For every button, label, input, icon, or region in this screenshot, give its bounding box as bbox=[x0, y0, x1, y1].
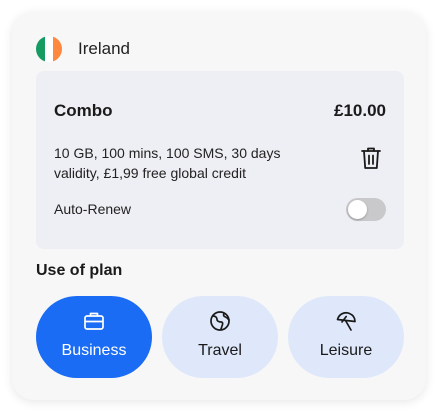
plan-name: Combo bbox=[54, 101, 113, 120]
auto-renew-label: Auto-Renew bbox=[54, 201, 132, 217]
option-business-button[interactable]: Business bbox=[36, 296, 152, 378]
umbrella-icon bbox=[335, 310, 357, 332]
use-of-plan-title: Use of plan bbox=[36, 262, 123, 279]
briefcase-icon bbox=[83, 310, 105, 332]
ireland-flag-icon bbox=[36, 36, 62, 62]
plan-details: Combo £10.00 10 GB, 100 mins, 100 SMS, 3… bbox=[36, 71, 404, 249]
plan-card: Ireland Combo £10.00 10 GB, 100 mins, 10… bbox=[12, 12, 426, 400]
toggle-knob bbox=[348, 200, 367, 219]
auto-renew-toggle[interactable] bbox=[346, 198, 386, 221]
plan-price: £10.00 bbox=[334, 101, 386, 120]
country-row: Ireland bbox=[36, 36, 130, 62]
option-travel-button[interactable]: Travel bbox=[162, 296, 278, 378]
trash-icon[interactable] bbox=[360, 146, 382, 170]
globe-icon bbox=[209, 310, 231, 332]
option-leisure-button[interactable]: Leisure bbox=[288, 296, 404, 378]
option-label: Business bbox=[61, 342, 127, 359]
option-label: Leisure bbox=[319, 342, 373, 359]
country-name: Ireland bbox=[78, 39, 130, 58]
option-label: Travel bbox=[198, 342, 242, 359]
use-of-plan-options: Business Travel Leisure bbox=[36, 296, 404, 378]
plan-description: 10 GB, 100 mins, 100 SMS, 30 days validi… bbox=[54, 145, 281, 181]
